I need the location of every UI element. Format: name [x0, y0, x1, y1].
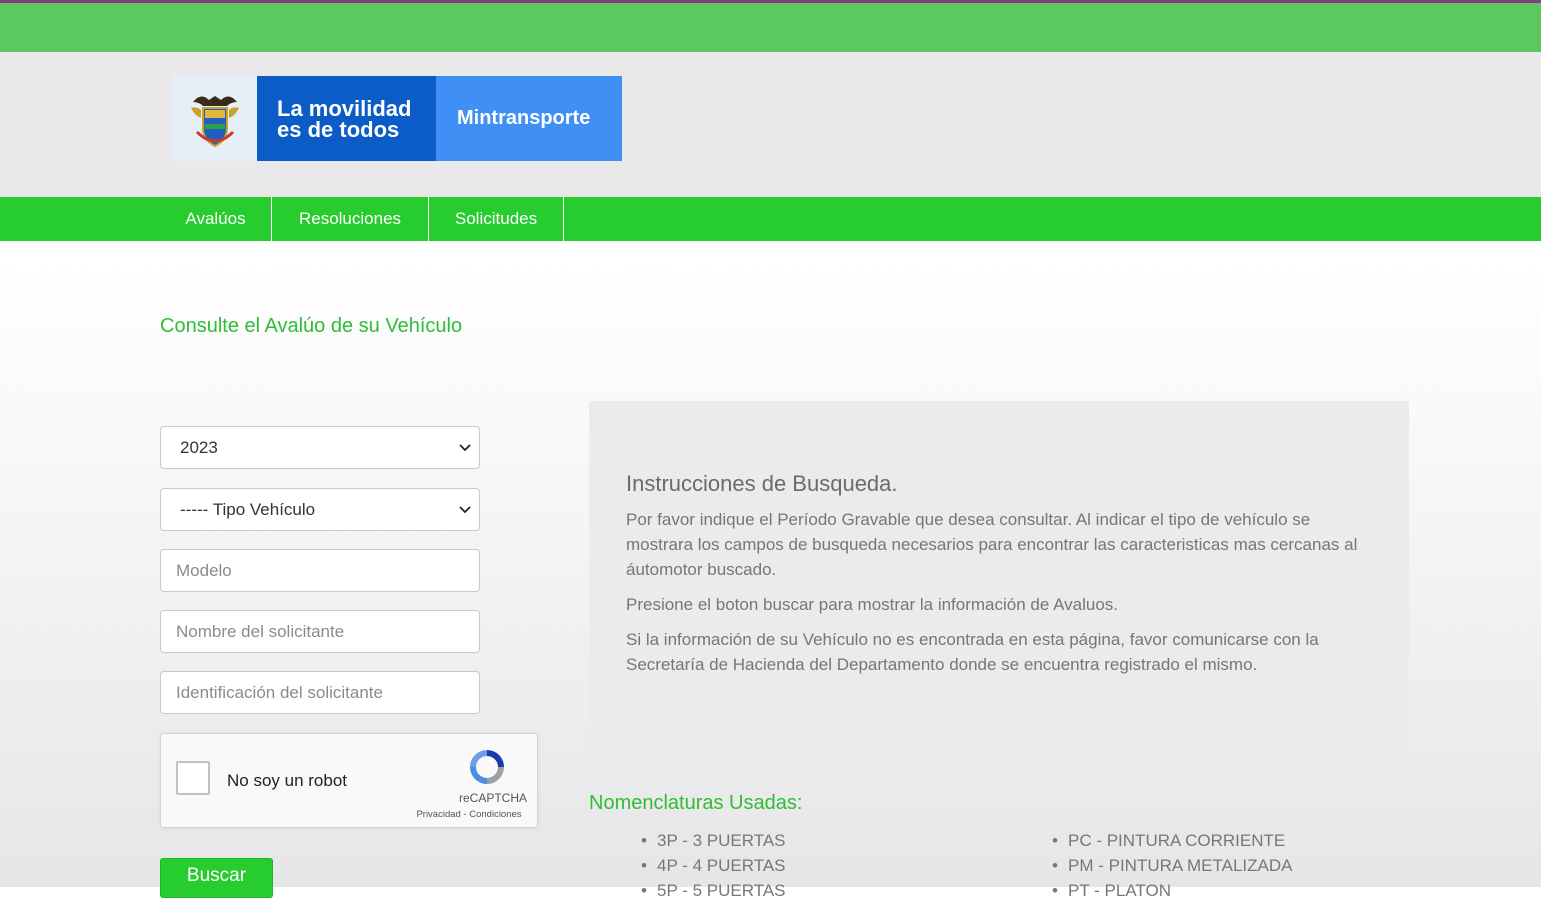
recaptcha-links: Privacidad - Condiciones	[409, 809, 529, 820]
instructions-paragraph-1: Por favor indique el Período Gravable qu…	[626, 510, 1358, 579]
recaptcha-link-separator: -	[460, 809, 470, 820]
nav-item-avaluos[interactable]: Avalúos	[160, 197, 272, 241]
instructions-title: Instrucciones de Busqueda.	[626, 471, 898, 496]
list-item: 3P - 3 PUERTAS	[641, 828, 785, 853]
model-input-placeholder: Modelo	[176, 560, 232, 580]
instructions-panel: Instrucciones de Busqueda. Por favor ind…	[589, 401, 1409, 753]
list-item: PC - PINTURA CORRIENTE	[1052, 828, 1293, 853]
nav-item-resoluciones[interactable]: Resoluciones	[272, 197, 429, 241]
top-color-bar	[0, 0, 1541, 52]
government-logo[interactable]: La movilidad es de todos Mintransporte	[172, 76, 622, 161]
colombia-coat-of-arms-icon	[172, 76, 257, 161]
vehicle-type-select-value: ----- Tipo Vehículo	[180, 499, 316, 519]
year-select-value: 2023	[180, 437, 218, 457]
recaptcha-privacy-link[interactable]: Privacidad	[416, 809, 460, 820]
requester-id-placeholder: Identificación del solicitante	[176, 682, 383, 702]
requester-name-input[interactable]: Nombre del solicitante	[160, 610, 480, 653]
requester-name-placeholder: Nombre del solicitante	[176, 621, 345, 641]
list-item: PT - PLATON	[1052, 878, 1293, 903]
chevron-down-icon	[459, 505, 471, 513]
requester-id-input[interactable]: Identificación del solicitante	[160, 671, 480, 714]
page-title: Consulte el Avalúo de su Vehículo	[160, 315, 463, 337]
list-item: 4P - 4 PUERTAS	[641, 853, 785, 878]
nomenclature-list-right: PC - PINTURA CORRIENTE PM - PINTURA META…	[1048, 828, 1293, 903]
model-input[interactable]: Modelo	[160, 549, 480, 592]
year-select[interactable]: 2023	[160, 426, 480, 469]
recaptcha-terms-link[interactable]: Condiciones	[469, 809, 521, 820]
logo-slogan: La movilidad es de todos	[257, 76, 436, 161]
search-button[interactable]: Buscar	[160, 858, 273, 898]
nomenclature-list-left: 3P - 3 PUERTAS 4P - 4 PUERTAS 5P - 5 PUE…	[637, 828, 785, 903]
list-item: 5P - 5 PUERTAS	[641, 878, 785, 903]
instructions-paragraph-3: Si la información de su Vehículo no es e…	[626, 630, 1319, 674]
recaptcha-checkbox[interactable]	[176, 761, 210, 795]
instructions-paragraph-2: Presione el boton buscar para mostrar la…	[626, 595, 1119, 614]
recaptcha-logo-icon	[470, 750, 504, 784]
logo-slogan-line1: La movilidad	[277, 95, 412, 121]
logo-slogan-line2: es de todos	[277, 116, 400, 142]
recaptcha-brand: reCAPTCHA	[458, 791, 527, 805]
list-item: PM - PINTURA METALIZADA	[1052, 853, 1292, 878]
chevron-down-icon	[459, 443, 471, 451]
main-nav: Avalúos Resoluciones Solicitudes	[0, 197, 1541, 241]
recaptcha-label: No soy un robot	[227, 771, 348, 790]
recaptcha-widget: No soy un robot reCAPTCHA Privacidad - C…	[160, 733, 538, 828]
vehicle-type-select[interactable]: ----- Tipo Vehículo	[160, 488, 480, 531]
logo-ministry: Mintransporte	[436, 76, 622, 161]
nomenclature-title: Nomenclaturas Usadas:	[589, 792, 803, 814]
nav-item-solicitudes[interactable]: Solicitudes	[429, 197, 564, 241]
